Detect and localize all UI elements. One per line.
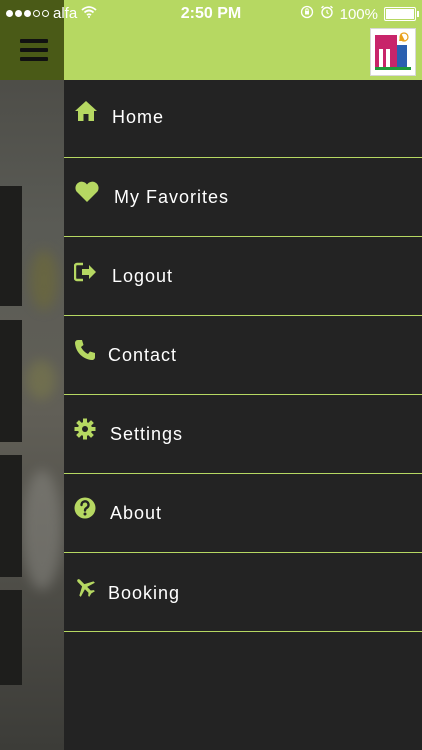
menu-item-booking[interactable]: Booking — [64, 554, 422, 632]
menu-item-home[interactable]: Home — [64, 80, 422, 158]
background-card — [0, 590, 22, 685]
phone-icon — [74, 339, 96, 366]
battery-icon — [384, 7, 419, 21]
battery-percent: 100% — [339, 5, 378, 23]
rotation-lock-icon — [300, 5, 314, 23]
menu-label-booking: Booking — [108, 583, 181, 603]
menu-label-home: Home — [112, 107, 165, 127]
menu-item-contact[interactable]: Contact — [64, 317, 422, 395]
menu-label-logout: Logout — [112, 266, 174, 286]
question-circle-icon — [74, 497, 96, 524]
menu-label-favorites: My Favorites — [114, 187, 230, 207]
navigation-drawer: Home My Favorites Logout Contact Setting… — [64, 80, 422, 750]
app-logo — [370, 28, 416, 76]
status-bar: alfa 2:50 PM 100% — [0, 0, 422, 28]
menu-label-contact: Contact — [108, 345, 178, 365]
gear-icon — [74, 418, 96, 445]
menu-label-about: About — [110, 503, 163, 523]
menu-item-favorites[interactable]: My Favorites — [64, 159, 422, 237]
background-card — [0, 455, 22, 577]
menu-label-settings: Settings — [110, 424, 184, 444]
background-card — [0, 320, 22, 442]
heart-icon — [74, 181, 100, 208]
background-card — [0, 186, 22, 306]
menu-item-logout[interactable]: Logout — [64, 238, 422, 316]
home-icon — [74, 100, 98, 127]
hamburger-menu-icon[interactable] — [20, 39, 48, 61]
alarm-icon — [320, 5, 334, 23]
menu-item-settings[interactable]: Settings — [64, 396, 422, 474]
menu-item-about[interactable]: About — [64, 475, 422, 553]
sign-out-icon — [73, 262, 98, 287]
airplane-icon — [74, 576, 96, 603]
